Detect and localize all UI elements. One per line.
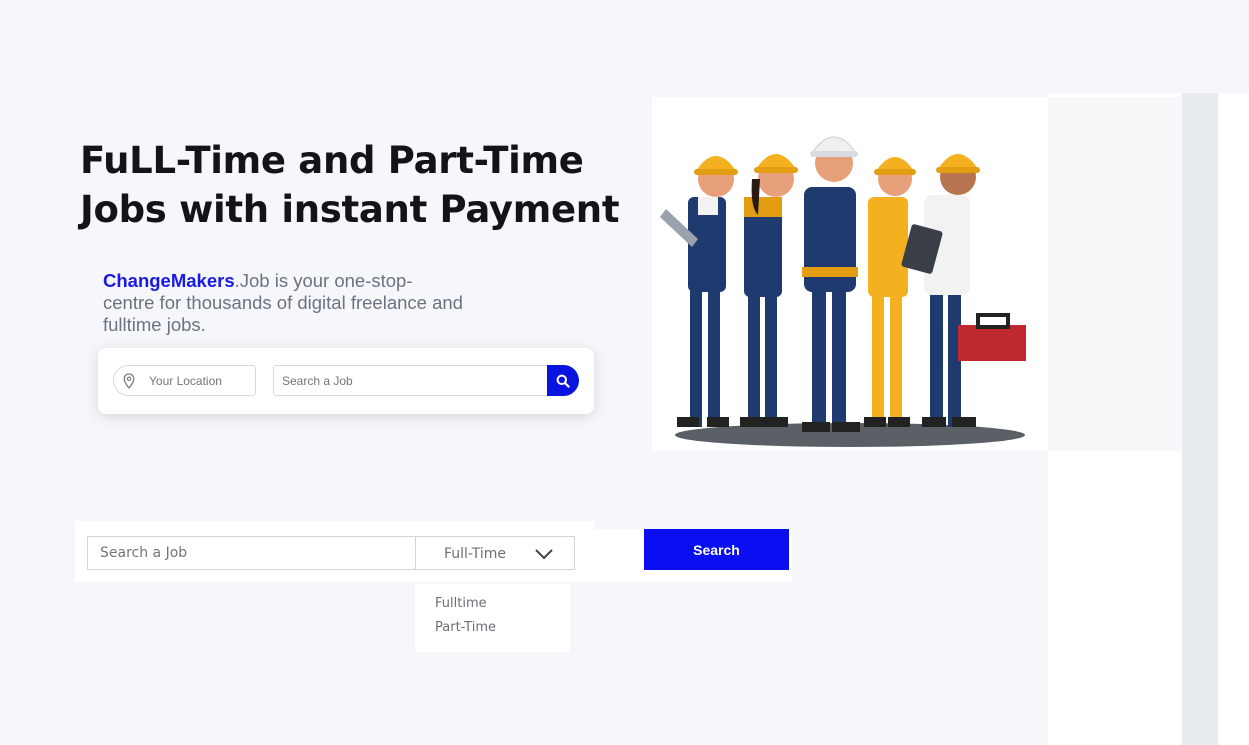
hero-tagline: ChangeMakers.Job is your one-stop-centre… [103, 270, 463, 336]
job-type-option-fulltime[interactable]: Fulltime [435, 596, 487, 611]
location-field[interactable] [113, 365, 256, 396]
job-type-selected: Full-Time [444, 546, 506, 562]
hero-headline: FuLL-Time and Part-Time Jobs with instan… [80, 136, 640, 234]
hero-search-card [98, 348, 594, 414]
job-type-select[interactable]: Full-Time [415, 536, 575, 570]
job-search-field[interactable] [273, 365, 548, 396]
job-search-input[interactable] [282, 366, 542, 395]
headline-line-1: FuLL-Time and Part-Time [80, 139, 584, 182]
brand-name: ChangeMakers [103, 270, 235, 291]
search-icon-button[interactable] [547, 365, 579, 396]
map-pin-icon [123, 373, 135, 389]
job-filter-search-input[interactable] [100, 537, 400, 569]
job-type-option-part-time[interactable]: Part-Time [435, 620, 496, 635]
chevron-down-icon [535, 549, 553, 560]
search-button[interactable]: Search [644, 529, 789, 570]
right-scroll-strip [1182, 93, 1218, 745]
search-icon [556, 374, 570, 388]
location-input[interactable] [149, 366, 249, 395]
construction-workers-illustration [652, 97, 1048, 451]
job-filter-search-field[interactable] [87, 536, 416, 570]
job-type-dropdown: Fulltime Part-Time [415, 584, 570, 652]
illustration-backdrop [1048, 97, 1182, 451]
headline-line-2: Jobs with instant Payment [80, 188, 620, 231]
